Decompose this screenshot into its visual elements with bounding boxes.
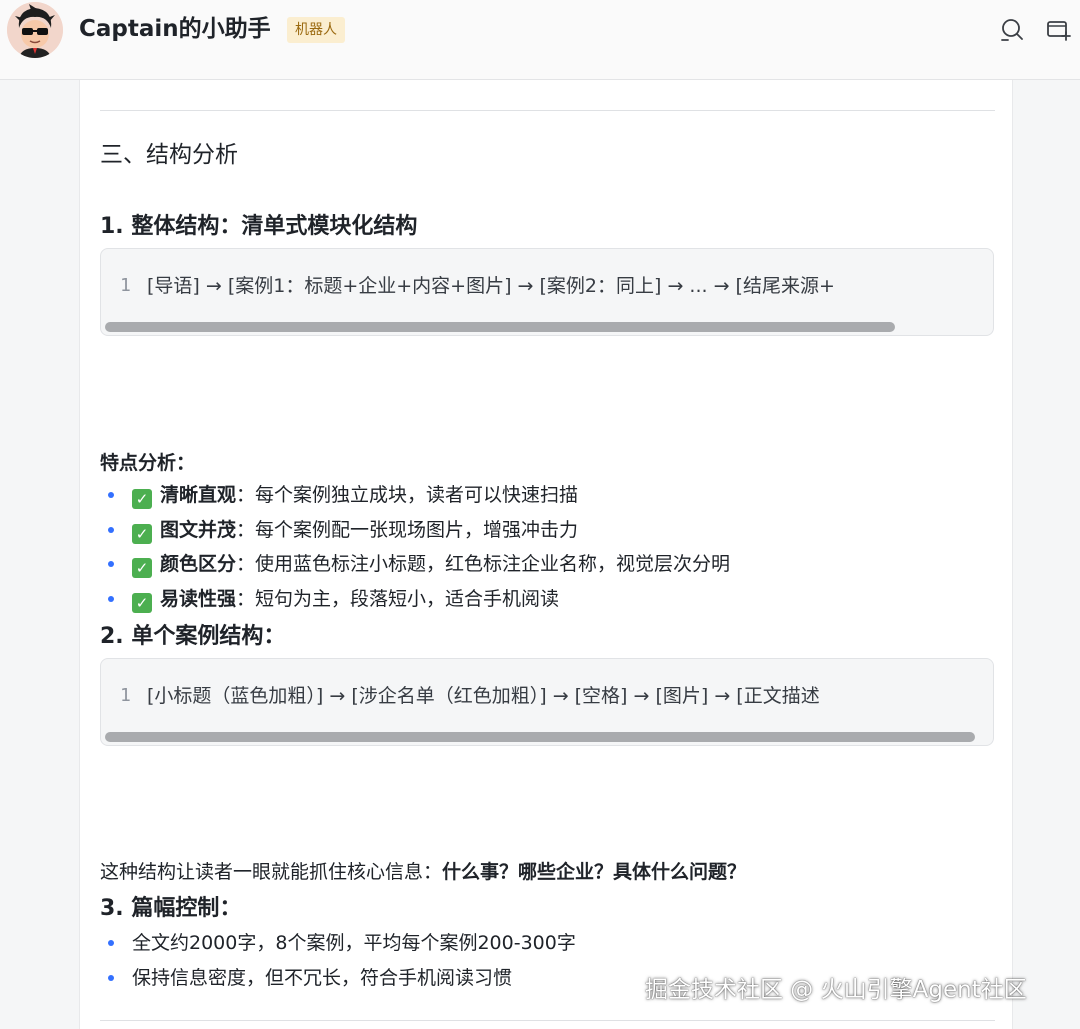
- bullet-icon: [108, 596, 114, 603]
- code-text: [导语] → [案例1：标题+企业+内容+图片] → [案例2：同上] → ..…: [147, 275, 835, 297]
- horizontal-scrollbar[interactable]: [105, 322, 895, 332]
- bullet-icon: [108, 940, 114, 946]
- check-icon: ✓: [132, 558, 152, 579]
- message-panel: 三、结构分析 1. 整体结构：清单式模块化结构 1 [导语] → [案例1：标题…: [79, 80, 1013, 1029]
- divider: [100, 110, 995, 111]
- feature-label: 颜色区分: [160, 553, 237, 576]
- feature-text: ：短句为主，段落短小，适合手机阅读: [236, 588, 560, 611]
- list-item: ✓ 易读性强：短句为主，段落短小，适合手机阅读: [100, 582, 730, 617]
- bullet-icon: [108, 526, 114, 533]
- chat-title: Captain的小助手: [79, 16, 271, 42]
- section-title: 三、结构分析: [100, 142, 238, 168]
- features-title: 特点分析：: [100, 452, 196, 474]
- list-item-text: 全文约2000字，8个案例，平均每个案例200-300字: [132, 932, 576, 954]
- list-item: 保持信息密度，但不冗长，符合手机阅读习惯: [100, 961, 576, 996]
- code-line-number: 1: [120, 275, 131, 296]
- feature-text: ：每个案例独立成块，读者可以快速扫描: [236, 484, 579, 506]
- summary-prefix: 这种结构让读者一眼就能抓住核心信息：: [100, 861, 443, 883]
- overall-code-block[interactable]: 1 [导语] → [案例1：标题+企业+内容+图片] → [案例2：同上] → …: [100, 248, 994, 336]
- summary-bold: 什么事？哪些企业？具体什么问题？: [442, 861, 747, 883]
- bullet-icon: [108, 561, 114, 568]
- overall-structure-heading: 1. 整体结构：清单式模块化结构: [100, 214, 418, 239]
- bullet-icon: [108, 492, 114, 498]
- new-chat-icon[interactable]: [1044, 15, 1074, 45]
- list-item: ✓ 图文并茂：每个案例配一张现场图片，增强冲击力: [100, 513, 730, 548]
- single-case-code-block[interactable]: 1 [小标题（蓝色加粗）] → [涉企名单（红色加粗）] → [空格] → [图…: [100, 658, 994, 746]
- watermark: 掘金技术社区 @ 火山引擎Agent社区: [645, 977, 1027, 1003]
- feature-text: ：使用蓝色标注小标题，红色标注企业名称，视觉层次分明: [236, 553, 731, 576]
- length-list: 全文约2000字，8个案例，平均每个案例200-300字 保持信息密度，但不冗长…: [100, 926, 576, 995]
- list-item-text: 保持信息密度，但不冗长，符合手机阅读习惯: [132, 966, 513, 989]
- feature-label: 易读性强: [160, 588, 237, 611]
- check-icon: ✓: [132, 489, 152, 509]
- list-item: ✓ 颜色区分：使用蓝色标注小标题，红色标注企业名称，视觉层次分明: [100, 547, 730, 582]
- bullet-icon: [108, 974, 114, 981]
- feature-label: 清晰直观: [160, 484, 237, 506]
- code-line-number: 1: [120, 685, 131, 706]
- code-text: [小标题（蓝色加粗）] → [涉企名单（红色加粗）] → [空格] → [图片]…: [147, 685, 820, 707]
- horizontal-scrollbar[interactable]: [105, 732, 975, 742]
- summary-text: 这种结构让读者一眼就能抓住核心信息：什么事？哪些企业？具体什么问题？: [100, 859, 746, 885]
- check-icon: ✓: [132, 523, 152, 544]
- list-item: ✓ 清晰直观：每个案例独立成块，读者可以快速扫描: [100, 478, 730, 513]
- bot-badge: 机器人: [287, 17, 345, 43]
- avatar[interactable]: [7, 2, 63, 58]
- length-control-heading: 3. 篇幅控制：: [100, 896, 242, 921]
- search-icon[interactable]: [997, 15, 1027, 45]
- feature-label: 图文并茂: [160, 518, 237, 541]
- check-icon: ✓: [132, 593, 152, 614]
- single-case-heading: 2. 单个案例结构：: [100, 624, 286, 649]
- chat-header: Captain的小助手 机器人: [0, 0, 1080, 80]
- divider: [100, 1020, 995, 1021]
- list-item: 全文约2000字，8个案例，平均每个案例200-300字: [100, 926, 576, 961]
- features-list: ✓ 清晰直观：每个案例独立成块，读者可以快速扫描 ✓ 图文并茂：每个案例配一张现场图…: [100, 478, 730, 617]
- feature-text: ：每个案例配一张现场图片，增强冲击力: [236, 518, 579, 541]
